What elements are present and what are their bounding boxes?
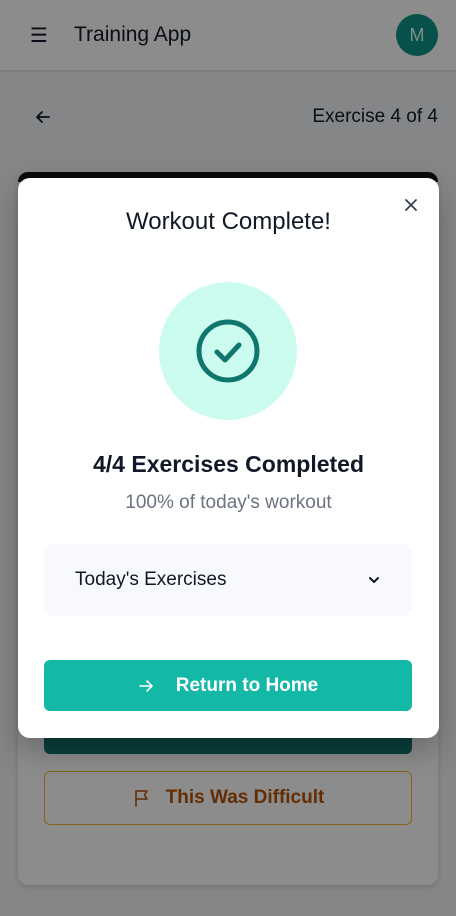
success-badge: [159, 282, 297, 420]
modal-title: Workout Complete!: [126, 208, 331, 235]
completed-heading: 4/4 Exercises Completed: [92, 451, 365, 477]
completed-subtitle: 100% of today's workout: [125, 492, 332, 513]
chevron-down-icon: [369, 577, 379, 583]
todays-exercises-accordion[interactable]: Today's Exercises: [44, 544, 412, 616]
check-circle-icon: [196, 319, 260, 383]
arrow-right-icon: [138, 679, 153, 692]
return-home-label: Return to Home: [175, 674, 319, 696]
workout-complete-modal: Workout Complete! 4/4 Exercises Complete…: [18, 178, 439, 738]
return-home-button[interactable]: Return to Home: [44, 660, 412, 711]
accordion-label: Today's Exercises: [75, 569, 227, 590]
